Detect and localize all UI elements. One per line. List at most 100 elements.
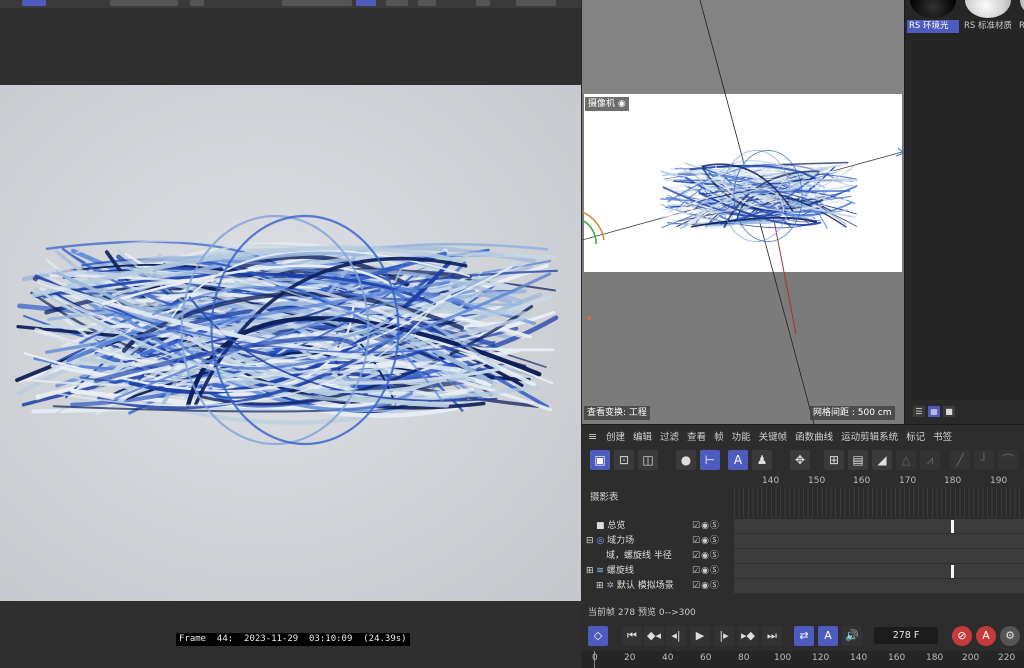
ruler-label: 160: [853, 476, 871, 486]
keyframe-diamond-icon[interactable]: ◇: [588, 626, 608, 646]
go-to-end-icon[interactable]: ⏭: [762, 626, 782, 646]
collapse-icon[interactable]: ⊞: [596, 581, 604, 591]
user-icon[interactable]: ♟: [752, 450, 772, 470]
ruler-label: 170: [899, 476, 917, 486]
track-row-field-force[interactable]: ⊟ ◎ 域力场 ☑◉Ⓢ: [582, 534, 1024, 549]
previous-frame-icon[interactable]: ◂|: [666, 626, 686, 646]
collapse-icon[interactable]: ⊞: [586, 566, 594, 576]
auto-key-icon[interactable]: A: [818, 626, 838, 646]
menu-markers[interactable]: 标记: [906, 429, 925, 443]
preview-range-value: 0-->300: [658, 608, 696, 618]
clip-icon[interactable]: ▤: [848, 450, 868, 470]
loop-icon[interactable]: ⇄: [794, 626, 814, 646]
current-frame-field[interactable]: 278 F: [874, 627, 938, 644]
material-swatch-partial[interactable]: R: [1017, 0, 1024, 34]
render-toolbar: [0, 0, 581, 8]
track-lane[interactable]: [734, 519, 1024, 534]
menu-filter[interactable]: 过滤: [660, 429, 679, 443]
go-to-start-icon[interactable]: ⏮: [622, 626, 642, 646]
record-stop-icon[interactable]: ⊘: [952, 626, 972, 646]
material-preview-ball: [965, 0, 1011, 18]
dope-sheet-mode-icon[interactable]: ▣: [590, 450, 610, 470]
track-row-spiral[interactable]: ⊞ ≋ 螺旋线 ☑◉Ⓢ: [582, 564, 1024, 579]
track-toggle-icons[interactable]: ☑◉Ⓢ: [692, 551, 720, 562]
track-lane[interactable]: [734, 534, 1024, 549]
move-icon[interactable]: ✥: [790, 450, 810, 470]
keyframe-marker[interactable]: [951, 565, 954, 578]
3d-viewport[interactable]: 摄像机 ◉ 查看变换: 工程 网格间距 : 500 cm: [582, 0, 904, 424]
track-toggle-icons[interactable]: ☑◉Ⓢ: [692, 521, 720, 532]
track-lane[interactable]: [734, 549, 1024, 564]
hamburger-icon[interactable]: ≡: [588, 430, 600, 443]
spiral-strands-render: [15, 214, 559, 446]
track-toggle-icons[interactable]: ☑◉Ⓢ: [692, 566, 720, 577]
render-toolbar-button[interactable]: [386, 0, 408, 6]
material-manager: RS 环境光 RS 标准材质 R ☰ ▦ ■: [904, 0, 1024, 424]
track-row-summary[interactable]: ■ 总览 ☑◉Ⓢ: [582, 519, 1024, 534]
menu-bookmarks[interactable]: 书签: [933, 429, 952, 443]
menu-keyframes[interactable]: 关键帧: [759, 429, 788, 443]
material-swatch-rs-environment[interactable]: RS 环境光: [907, 0, 959, 34]
play-icon[interactable]: ▶: [690, 626, 710, 646]
next-key-icon[interactable]: ▸◆: [738, 626, 758, 646]
ramp-icon[interactable]: ◢: [872, 450, 892, 470]
frame-all-icon[interactable]: ⊞: [824, 450, 844, 470]
auto-record-icon[interactable]: A: [976, 626, 996, 646]
list-view-icon[interactable]: ☰: [913, 406, 925, 417]
next-frame-icon[interactable]: |▸: [714, 626, 734, 646]
menu-create[interactable]: 创建: [606, 429, 625, 443]
ruler-label: 140: [762, 476, 780, 486]
spike-icon[interactable]: ⩘: [920, 450, 940, 470]
playback-controls: ◇ ⏮ ◆◂ ◂| ▶ |▸ ▸◆ ⏭ ⇄ A 🔊 278 F ⊘ A ⚙: [582, 623, 1024, 649]
render-toolbar-button[interactable]: [356, 0, 376, 6]
auto-text-icon[interactable]: A: [728, 450, 748, 470]
menu-motion-system[interactable]: 运动剪辑系统: [841, 429, 898, 443]
keyframe-marker[interactable]: [951, 520, 954, 533]
grid-view-icon[interactable]: ▦: [928, 406, 940, 417]
ease-icon[interactable]: ⌒: [998, 450, 1018, 470]
ruler-label: 100: [774, 653, 792, 663]
ruler-label: 60: [700, 653, 712, 663]
render-toolbar-button[interactable]: [418, 0, 436, 6]
step-icon[interactable]: ┘: [974, 450, 994, 470]
hierarchy-icon[interactable]: ⊢: [700, 450, 720, 470]
track-toggle-icons[interactable]: ☑◉Ⓢ: [692, 536, 720, 547]
track-lane[interactable]: [734, 564, 1024, 579]
render-toolbar-dropdown[interactable]: [282, 0, 352, 6]
ruler-label: 200: [962, 653, 980, 663]
sound-icon[interactable]: 🔊: [842, 626, 862, 646]
triangle-icon[interactable]: △: [896, 450, 916, 470]
menu-view[interactable]: 查看: [687, 429, 706, 443]
menu-functions[interactable]: 功能: [732, 429, 751, 443]
gizmo-arc: [582, 219, 597, 245]
track-row-simulation-scene[interactable]: ⊞ ✲ 默认 模拟场景 ☑◉Ⓢ: [582, 579, 1024, 594]
sphere-object-icon[interactable]: ●: [676, 450, 696, 470]
settings-icon[interactable]: ⚙: [1000, 626, 1020, 646]
collapse-icon[interactable]: ⊟: [586, 536, 594, 546]
previous-key-icon[interactable]: ◆◂: [644, 626, 664, 646]
menu-fcurves[interactable]: 函数曲线: [795, 429, 833, 443]
fcurve-mode-icon[interactable]: ⊡: [614, 450, 634, 470]
large-icon-view-icon[interactable]: ■: [943, 406, 955, 417]
linear-icon[interactable]: ╱: [950, 450, 970, 470]
ruler-label: 220: [998, 653, 1016, 663]
main-time-ruler[interactable]: 0 20 40 60 80 100 120 140 160 180 200 22…: [582, 651, 1024, 668]
menu-edit[interactable]: 编辑: [633, 429, 652, 443]
view-transform-label: 查看变换: 工程: [584, 406, 650, 420]
axis-arrow-icon: [895, 147, 904, 157]
track-toggle-icons[interactable]: ☑◉Ⓢ: [692, 581, 720, 592]
track-lane[interactable]: [734, 579, 1024, 594]
dope-sheet-toolbar: ▣ ⊡ ◫ ● ⊢ A ♟ ✥ ⊞ ▤ ◢ △ ⩘ ╱ ┘ ⌒: [582, 447, 1024, 473]
camera-label[interactable]: 摄像机 ◉: [585, 97, 629, 111]
menu-frame[interactable]: 帧: [714, 429, 724, 443]
track-row-spiral-radius[interactable]: 域，螺旋线 半径 ☑◉Ⓢ: [582, 549, 1024, 564]
material-swatch-rs-standard[interactable]: RS 标准材质: [962, 0, 1014, 34]
render-toolbar-button[interactable]: [476, 0, 490, 6]
render-toolbar-dropdown[interactable]: [110, 0, 178, 6]
render-toolbar-button[interactable]: [22, 0, 46, 6]
ruler-label: 150: [808, 476, 826, 486]
ruler-label: 160: [888, 653, 906, 663]
motion-mode-icon[interactable]: ◫: [638, 450, 658, 470]
render-toolbar-button[interactable]: [516, 0, 556, 6]
render-toolbar-button[interactable]: [190, 0, 204, 6]
